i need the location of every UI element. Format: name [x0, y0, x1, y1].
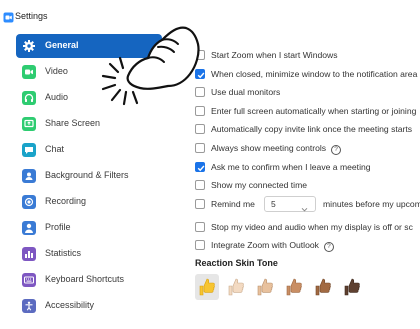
title-bar: Settings — [0, 0, 420, 30]
chat-icon — [22, 143, 36, 157]
recording-icon — [22, 195, 36, 209]
sidebar-item-label: Recording — [45, 196, 87, 206]
option-full-screen-automatically[interactable]: Enter full screen automatically when sta… — [195, 105, 420, 119]
accessibility-icon — [22, 299, 36, 313]
sidebar-item-label: Keyboard Shortcuts — [45, 274, 125, 284]
option-copy-invite-link[interactable]: Automatically copy invite link once the … — [195, 123, 420, 137]
option-label: Start Zoom when I start Windows — [211, 50, 338, 60]
checkbox[interactable] — [195, 124, 205, 134]
option-label: Integrate Zoom with Outlook — [211, 240, 319, 250]
thumbs-up-icon — [315, 278, 331, 296]
sidebar-item-label: Chat — [45, 144, 65, 154]
option-label: Always show meeting controls — [211, 143, 327, 153]
chevron-down-icon — [301, 200, 308, 218]
profile-icon — [22, 221, 36, 235]
headphones-icon — [22, 91, 36, 105]
reminder-minutes-select[interactable]: 5 — [264, 196, 316, 212]
sidebar-item-profile[interactable]: Profile — [16, 216, 162, 240]
settings-sidebar: General Video Audio Share Screen Chat Ba… — [0, 30, 171, 329]
checkbox[interactable] — [195, 50, 205, 60]
option-always-show-meeting-controls[interactable]: Always show meeting controls? — [195, 142, 420, 156]
checkbox[interactable] — [195, 143, 205, 153]
option-label-suffix: minutes before my upcoming m — [323, 199, 420, 209]
thumbs-up-icon — [344, 278, 360, 296]
sidebar-item-label: Audio — [45, 92, 69, 102]
option-label: Show my connected time — [211, 180, 308, 190]
sidebar-item-chat[interactable]: Chat — [16, 138, 162, 162]
option-confirm-leave-meeting[interactable]: Ask me to confirm when I leave a meeting — [195, 161, 420, 175]
option-use-dual-monitors[interactable]: Use dual monitors — [195, 86, 420, 100]
checkbox[interactable] — [195, 240, 205, 250]
option-label: Ask me to confirm when I leave a meeting — [211, 162, 371, 172]
help-icon[interactable]: ? — [323, 242, 334, 252]
sidebar-item-share-screen[interactable]: Share Screen — [16, 112, 162, 136]
option-stop-video-audio-display-off[interactable]: Stop my video and audio when my display … — [195, 221, 420, 235]
option-label-with-help: Integrate Zoom with Outlook? — [211, 240, 334, 252]
person-background-icon — [22, 169, 36, 183]
sidebar-item-label: Profile — [45, 222, 71, 232]
video-icon — [22, 65, 36, 79]
skin-tone-option[interactable] — [282, 274, 306, 300]
share-screen-icon — [22, 117, 36, 131]
checkbox-checked[interactable] — [195, 69, 205, 79]
skin-tone-option[interactable] — [224, 274, 248, 300]
gear-icon — [22, 39, 36, 53]
settings-app-icon — [3, 10, 14, 23]
option-start-zoom-with-windows[interactable]: Start Zoom when I start Windows — [195, 49, 420, 63]
sidebar-item-audio[interactable]: Audio — [16, 86, 162, 110]
option-label-with-help: Always show meeting controls? — [211, 143, 342, 155]
sidebar-item-label: Accessibility — [45, 300, 95, 310]
option-label: Enter full screen automatically when sta… — [211, 106, 417, 116]
option-label: Remind me — [211, 199, 255, 209]
help-icon[interactable]: ? — [331, 145, 342, 155]
thumbs-up-icon — [228, 278, 244, 296]
skin-tone-option[interactable] — [340, 274, 364, 300]
sidebar-item-label: Background & Filters — [45, 170, 129, 180]
window-title: Settings — [15, 11, 48, 21]
sidebar-item-keyboard-shortcuts[interactable]: Keyboard Shortcuts — [16, 268, 162, 292]
checkbox[interactable] — [195, 180, 205, 190]
checkbox[interactable] — [195, 106, 205, 116]
keyboard-icon — [22, 273, 36, 287]
skin-tone-option[interactable] — [311, 274, 335, 300]
checkbox-checked[interactable] — [195, 162, 205, 172]
sidebar-item-label: Statistics — [45, 248, 82, 258]
checkbox[interactable] — [195, 199, 205, 209]
skin-tone-option[interactable] — [195, 274, 219, 300]
sidebar-item-background-filters[interactable]: Background & Filters — [16, 164, 162, 188]
statistics-icon — [22, 247, 36, 261]
general-settings-panel: Start Zoom when I start Windows When clo… — [180, 30, 420, 329]
option-label: Use dual monitors — [211, 87, 281, 97]
sidebar-item-recording[interactable]: Recording — [16, 190, 162, 214]
thumbs-up-icon — [286, 278, 302, 296]
sidebar-item-accessibility[interactable]: Accessibility — [16, 294, 162, 318]
skin-tone-option[interactable] — [253, 274, 277, 300]
sidebar-item-label: General — [45, 40, 79, 50]
reaction-skin-tone-heading: Reaction Skin Tone — [195, 258, 278, 268]
option-label: Automatically copy invite link once the … — [211, 124, 413, 134]
sidebar-item-video[interactable]: Video — [16, 60, 162, 84]
option-remind-me[interactable]: Remind me 5 minutes before my upcoming m — [195, 196, 420, 212]
option-label: Stop my video and audio when my display … — [211, 222, 413, 232]
checkbox[interactable] — [195, 87, 205, 97]
option-label: When closed, minimize window to the noti… — [211, 69, 418, 79]
select-value: 5 — [271, 199, 276, 209]
thumbs-up-icon — [257, 278, 273, 296]
sidebar-item-label: Video — [45, 66, 68, 76]
sidebar-item-label: Share Screen — [45, 118, 101, 128]
sidebar-item-statistics[interactable]: Statistics — [16, 242, 162, 266]
checkbox[interactable] — [195, 222, 205, 232]
option-minimize-to-notification-area[interactable]: When closed, minimize window to the noti… — [195, 68, 420, 82]
sidebar-item-general[interactable]: General — [16, 34, 162, 58]
option-show-connected-time[interactable]: Show my connected time — [195, 179, 420, 193]
option-integrate-outlook[interactable]: Integrate Zoom with Outlook? — [195, 239, 420, 253]
thumbs-up-icon — [199, 278, 215, 296]
